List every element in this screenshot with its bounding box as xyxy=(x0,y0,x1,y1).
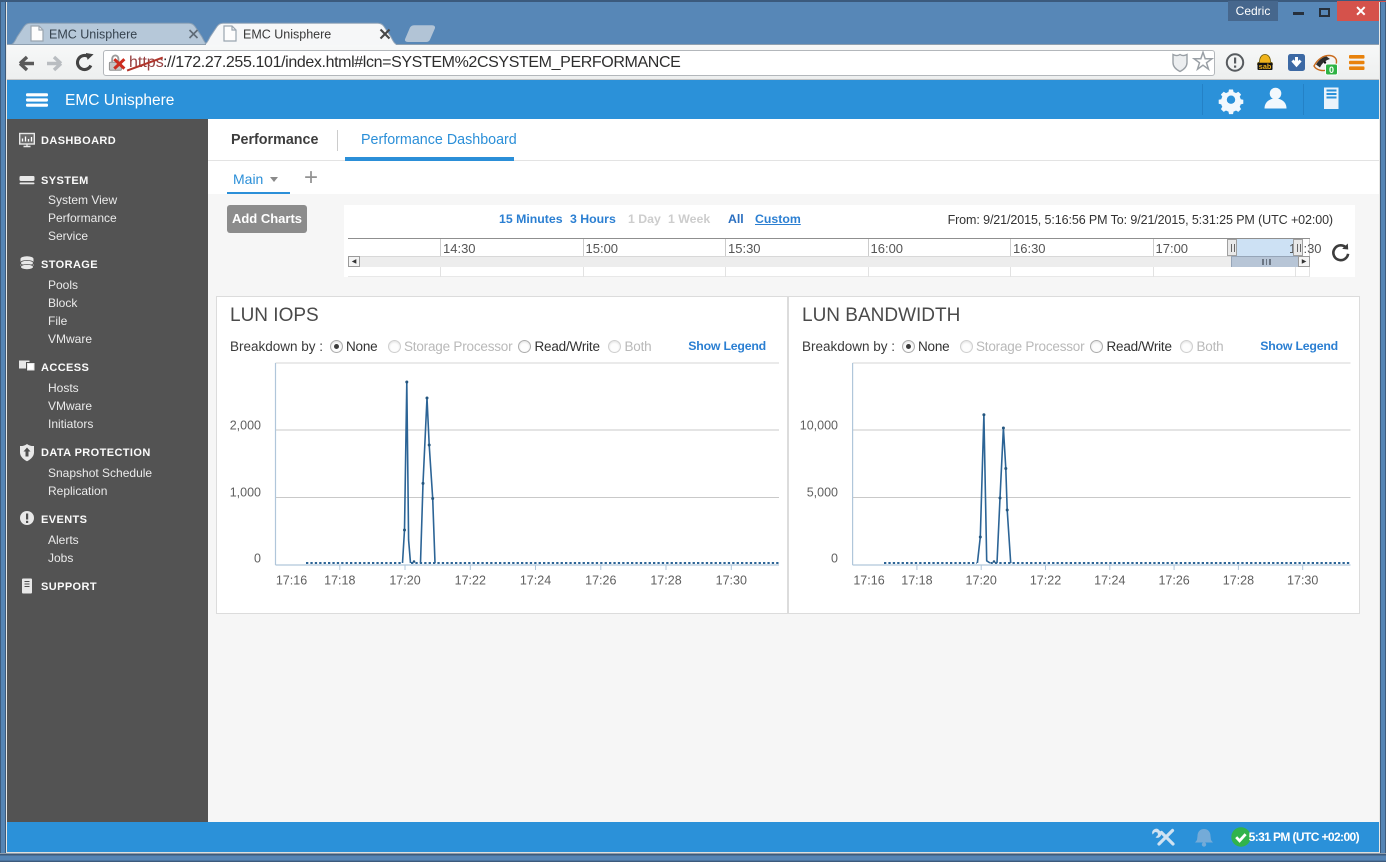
svg-text:10,000: 10,000 xyxy=(800,419,838,433)
svg-text:17:16: 17:16 xyxy=(276,574,307,588)
svg-text:0: 0 xyxy=(254,552,261,566)
svg-text:17:22: 17:22 xyxy=(1030,574,1061,588)
svg-text:17:26: 17:26 xyxy=(1158,574,1189,588)
svg-text:17:24: 17:24 xyxy=(520,574,551,588)
svg-text:17:18: 17:18 xyxy=(901,574,932,588)
svg-text:17:20: 17:20 xyxy=(389,574,420,588)
svg-text:EMC Unisphere: EMC Unisphere xyxy=(243,28,331,42)
svg-text:sab: sab xyxy=(1259,62,1272,71)
svg-text:17:28: 17:28 xyxy=(650,574,681,588)
svg-text:17:18: 17:18 xyxy=(324,574,355,588)
svg-text:17:30: 17:30 xyxy=(1287,574,1318,588)
svg-text:17:28: 17:28 xyxy=(1223,574,1254,588)
svg-text:2,000: 2,000 xyxy=(230,419,261,433)
svg-text:17:16: 17:16 xyxy=(853,574,884,588)
svg-text:17:24: 17:24 xyxy=(1094,574,1125,588)
svg-text:17:22: 17:22 xyxy=(455,574,486,588)
svg-text:1,000: 1,000 xyxy=(230,486,261,500)
svg-text:EMC Unisphere: EMC Unisphere xyxy=(49,28,137,42)
svg-text:0: 0 xyxy=(1329,65,1334,75)
svg-text:0: 0 xyxy=(831,552,838,566)
svg-text:5,000: 5,000 xyxy=(807,486,838,500)
svg-text:17:20: 17:20 xyxy=(966,574,997,588)
svg-text:17:26: 17:26 xyxy=(585,574,616,588)
svg-text:17:30: 17:30 xyxy=(716,574,747,588)
